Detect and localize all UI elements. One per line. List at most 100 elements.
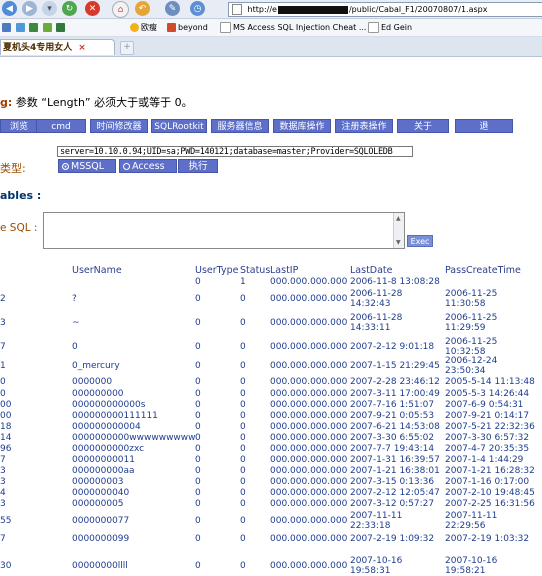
cell-status: 0: [240, 342, 246, 352]
cell-user: 000000000111111: [72, 411, 158, 421]
cell-pass: 2006-11-25 11:29:59: [445, 313, 498, 333]
heart-icon: [130, 23, 139, 32]
cell-type: 0: [195, 389, 201, 399]
cell-status: 0: [240, 361, 246, 371]
cell-type: 0: [195, 294, 201, 304]
cell-ip: 000.000.000.000: [270, 516, 348, 526]
back-icon[interactable]: ◀: [2, 1, 17, 16]
refresh-icon[interactable]: ↻: [62, 1, 77, 16]
bookmark-sql-cheat-label: MS Access SQL Injection Cheat ...: [233, 23, 367, 32]
exec-sql-button[interactable]: Exec: [407, 235, 433, 247]
db-type-label: 类型:: [0, 162, 26, 175]
cell-ip: 000.000.000.000: [270, 277, 348, 287]
radio-unselected-icon: [123, 163, 130, 170]
tools-icon[interactable]: ✎: [165, 1, 180, 16]
cell-status: 0: [240, 400, 246, 410]
cell-user: 0000000040: [72, 488, 130, 498]
toolbar-time-modifier-button[interactable]: 时间修改器: [90, 119, 148, 133]
cell-last: 2007-2-28 23:46:12: [350, 377, 440, 387]
undo-close-icon[interactable]: ↶: [135, 1, 150, 16]
close-tab-icon[interactable]: ×: [78, 43, 86, 53]
sql-label: e SQL :: [0, 222, 38, 234]
cell-status: 0: [240, 488, 246, 498]
bookmark-ousou[interactable]: 欧瘦: [130, 22, 157, 33]
cell-pass: 2006-11-25 11:30:58: [445, 289, 498, 309]
col-header-passcreatetime: PassCreateTime: [445, 265, 521, 276]
scroll-down-icon[interactable]: ▼: [396, 239, 401, 246]
cell-id: 30: [0, 561, 12, 571]
cell-last: 2007-3-15 0:13:36: [350, 477, 435, 487]
textarea-scrollbar[interactable]: ▲ ▼: [393, 213, 404, 248]
cell-id: 0: [0, 389, 6, 399]
scroll-up-icon[interactable]: ▲: [396, 215, 401, 222]
window-icon[interactable]: [15, 23, 25, 32]
toolbar-server-info-button[interactable]: 服务器信息: [211, 119, 269, 133]
cell-status: 0: [240, 433, 246, 443]
address-prefix: http://e: [247, 5, 277, 14]
error-label: g:: [0, 96, 13, 109]
cell-last: 2007-11-11 22:33:18: [350, 511, 403, 531]
bookmark-ed-gein-label: Ed Gein: [381, 23, 413, 32]
cell-user: 0000000099: [72, 534, 130, 544]
cell-id: 7: [0, 455, 6, 465]
toolbar-db-ops-button[interactable]: 数据库操作: [273, 119, 331, 133]
radio-access[interactable]: Access: [119, 159, 177, 173]
cell-ip: 000.000.000.000: [270, 455, 348, 465]
connection-string-input[interactable]: server=10.10.0.94;UID=sa;PWD=140121;data…: [57, 146, 413, 157]
cell-type: 0: [195, 400, 201, 410]
clock-icon[interactable]: ◷: [190, 1, 205, 16]
cell-ip: 000.000.000.000: [270, 466, 348, 476]
cell-user: ~: [72, 318, 80, 328]
cell-status: 0: [240, 477, 246, 487]
cell-type: 0: [195, 411, 201, 421]
col-header-usertype: UserType: [195, 265, 239, 276]
bookmark-beyond[interactable]: beyond: [167, 22, 208, 33]
toolbar-registry-button[interactable]: 注册表操作: [335, 119, 393, 133]
cell-pass: 2005-5-14 11:13:48: [445, 377, 535, 387]
cell-ip: 000.000.000.000: [270, 477, 348, 487]
cell-status: 0: [240, 561, 246, 571]
toolbar-about-button[interactable]: 关于: [397, 119, 449, 133]
bookmark-ed-gein[interactable]: Ed Gein: [368, 22, 412, 33]
forward-icon[interactable]: ▶: [22, 1, 37, 16]
cell-pass: 2006-12-24 23:50:34: [445, 356, 498, 376]
cell-type: 0: [195, 444, 201, 454]
cell-status: 0: [240, 422, 246, 432]
toolbar-sqlrootkit-button[interactable]: SQLRootkit: [151, 119, 207, 133]
toolbar-cmd-button[interactable]: cmd: [36, 119, 86, 133]
radio-mssql-label: MSSQL: [71, 161, 105, 172]
home-icon[interactable]: ⌂: [112, 1, 129, 18]
page-icon: [232, 4, 242, 15]
cell-id: 1: [0, 361, 6, 371]
cell-type: 0: [195, 466, 201, 476]
green-icon[interactable]: [42, 23, 52, 32]
tab-bar: 夏机头4专用女人 × +: [0, 37, 542, 57]
col-header-lastip: LastIP: [270, 265, 299, 276]
execute-button[interactable]: 执行: [178, 159, 218, 173]
cell-user: 000000005: [72, 499, 124, 509]
bookmark-icon[interactable]: [2, 23, 11, 32]
sql-textarea[interactable]: ▲ ▼: [43, 212, 405, 249]
feed-icon[interactable]: [29, 23, 39, 32]
address-bar[interactable]: http://e/public/Cabal_F1/20070807/1.aspx: [228, 2, 542, 17]
cell-last: 2007-3-11 17:00:49: [350, 389, 440, 399]
cell-user: 0000000: [72, 377, 113, 387]
cell-type: 0: [195, 361, 201, 371]
tool-icon[interactable]: [56, 23, 66, 32]
radio-mssql[interactable]: MSSQL: [58, 159, 116, 173]
cell-user: 000000000aa: [72, 466, 135, 476]
cell-pass: 2007-10-16 19:58:21: [445, 556, 498, 576]
stop-icon[interactable]: ✕: [85, 1, 100, 16]
cell-ip: 000.000.000.000: [270, 361, 348, 371]
bookmark-sql-cheat[interactable]: MS Access SQL Injection Cheat ...: [220, 22, 366, 33]
tab-active[interactable]: 夏机头4专用女人 ×: [0, 39, 115, 55]
tab-title: 夏机头4专用女人: [3, 43, 73, 53]
cell-last: 2006-11-8 13:08:28: [350, 277, 440, 287]
cell-id: 14: [0, 433, 12, 443]
new-tab-icon[interactable]: +: [120, 41, 134, 55]
toolbar-exit-button[interactable]: 退: [455, 119, 513, 133]
history-dropdown-icon[interactable]: ▾: [42, 1, 57, 16]
cell-last: 2007-6-21 14:53:08: [350, 422, 440, 432]
cell-type: 0: [195, 499, 201, 509]
toolbar-browse-button[interactable]: 浏览: [0, 119, 38, 133]
